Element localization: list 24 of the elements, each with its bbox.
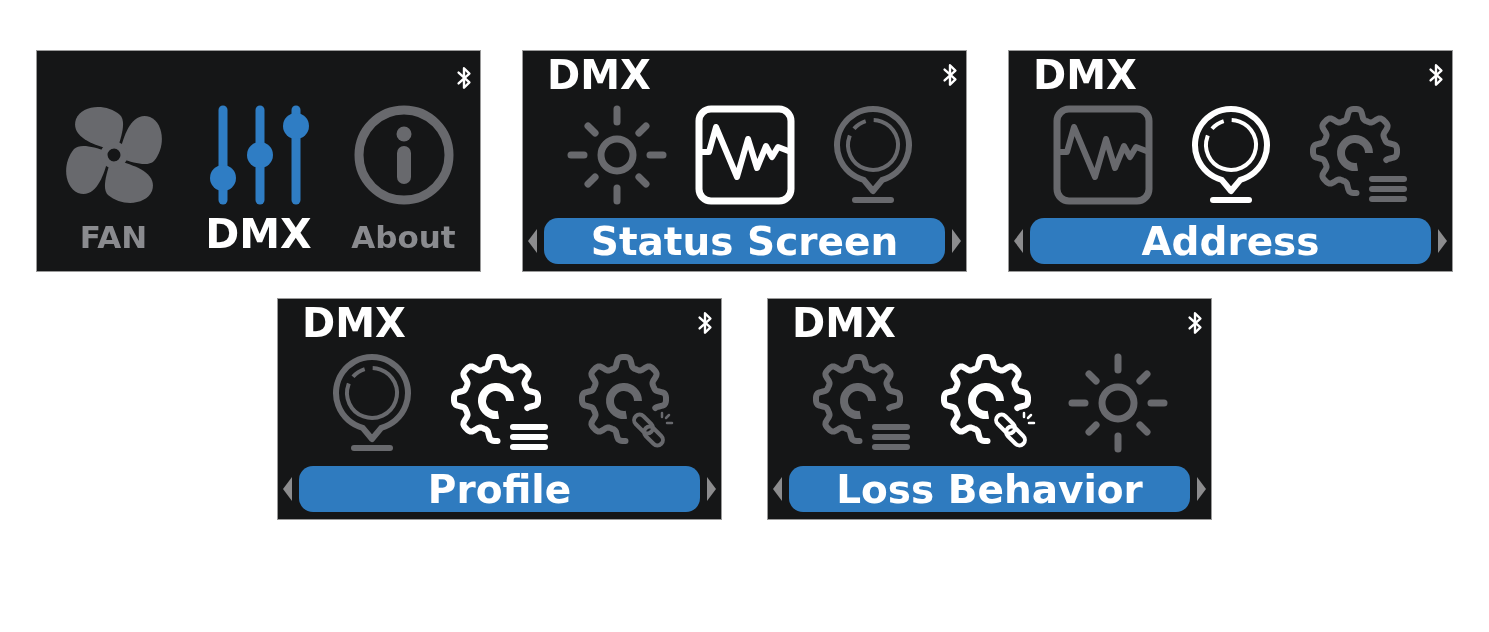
bluetooth-icon [696, 310, 714, 336]
left-arrow-icon [1014, 229, 1023, 253]
right-arrow-icon [1197, 477, 1206, 501]
menu-item-label: DMX [205, 214, 312, 255]
selected-item-label: Loss Behavior [789, 466, 1190, 512]
bluetooth-icon [1186, 310, 1204, 336]
menu-item-label: About [351, 222, 456, 253]
left-arrow-icon [283, 477, 292, 501]
menu-title: DMX [547, 55, 651, 95]
bluetooth-icon [455, 65, 473, 91]
right-arrow-icon [952, 229, 961, 253]
menu-title: DMX [302, 303, 406, 343]
right-arrow-icon [707, 477, 716, 501]
selected-item-label: Address [1030, 218, 1431, 264]
right-arrow-icon [1438, 229, 1447, 253]
left-arrow-icon [528, 229, 537, 253]
menu-title: DMX [1033, 55, 1137, 95]
menu-title: DMX [792, 303, 896, 343]
selected-item-label: Profile [299, 466, 700, 512]
bluetooth-icon [1427, 62, 1445, 88]
menu-item-label: FAN [79, 222, 148, 253]
left-arrow-icon [773, 477, 782, 501]
selected-item-label: Status Screen [544, 218, 945, 264]
bluetooth-icon [941, 62, 959, 88]
